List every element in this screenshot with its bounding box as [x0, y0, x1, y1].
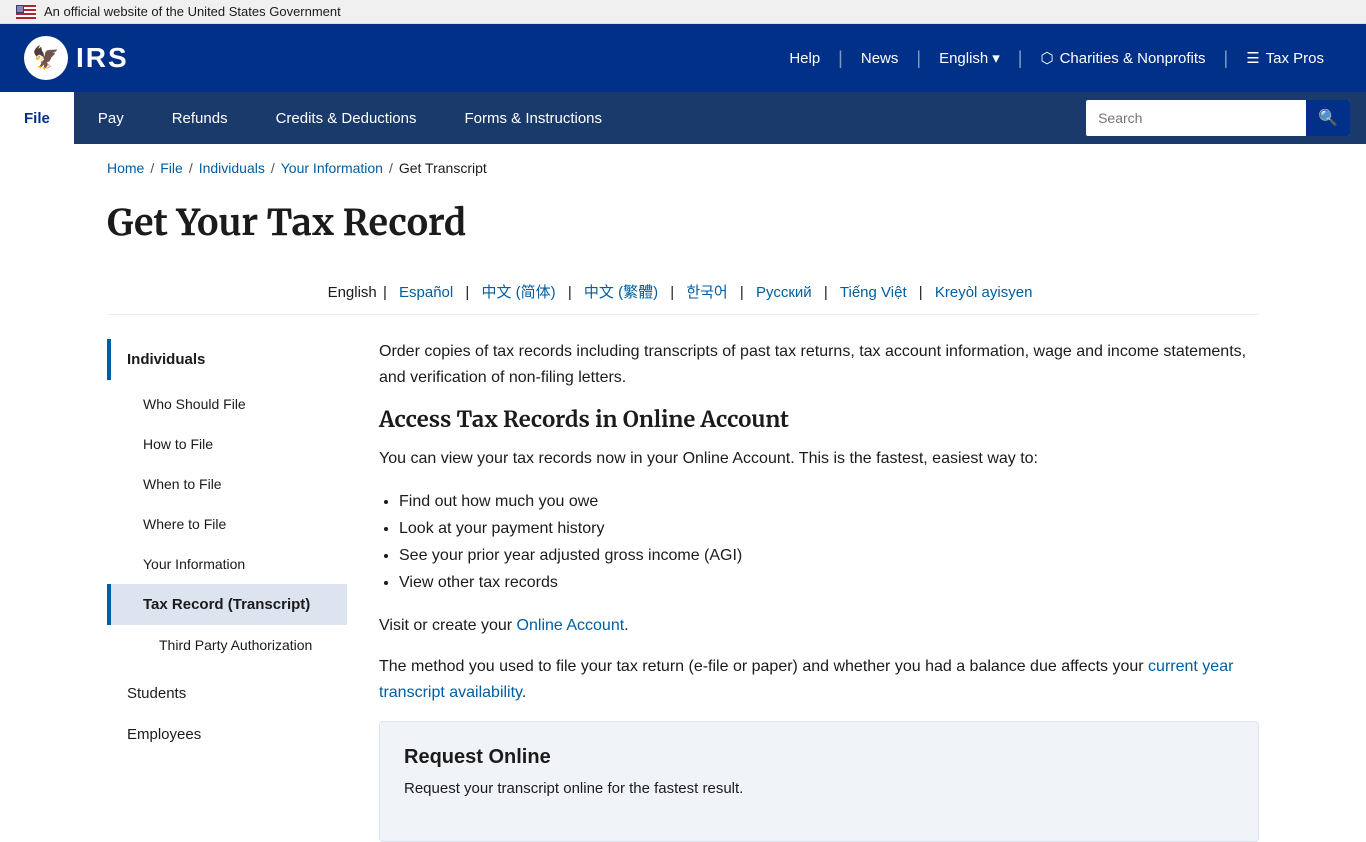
box-title: Request Online	[404, 746, 1234, 769]
content-wrapper: Home / File / Individuals / Your Informa…	[83, 144, 1283, 842]
news-link[interactable]: News	[843, 50, 917, 67]
charities-label: Charities & Nonprofits	[1060, 50, 1206, 67]
section1-note: The method you used to file your tax ret…	[379, 654, 1259, 705]
breadcrumb-file[interactable]: File	[160, 160, 183, 176]
search-box: 🔍	[1086, 100, 1350, 136]
nav-pay[interactable]: Pay	[74, 92, 148, 144]
sidebar-item-who-should-file[interactable]: Who Should File	[107, 384, 347, 424]
sidebar-individuals-children: Who Should File How to File When to File…	[107, 384, 347, 665]
gov-banner: An official website of the United States…	[0, 0, 1366, 24]
tax-pros-link[interactable]: ☰ Tax Pros	[1228, 49, 1342, 67]
header-nav: Help | News | English ▾ | ⬡ Charities & …	[771, 48, 1342, 69]
section1-note-prefix: The method you used to file your tax ret…	[379, 658, 1148, 675]
tax-pros-label: Tax Pros	[1266, 50, 1324, 67]
breadcrumb-sep-2: /	[189, 160, 193, 176]
breadcrumb-sep-4: /	[389, 160, 393, 176]
breadcrumb-individuals[interactable]: Individuals	[199, 160, 265, 176]
section1-bullets: Find out how much you owe Look at your p…	[399, 488, 1259, 597]
search-input[interactable]	[1086, 102, 1306, 134]
logo-text: IRS	[76, 42, 129, 74]
header: 🦅 IRS Help | News | English ▾ | ⬡ Charit…	[0, 24, 1366, 92]
charities-icon: ⬡	[1040, 49, 1053, 67]
section1-cta-suffix: .	[624, 617, 628, 634]
box-text: Request your transcript online for the f…	[404, 777, 1234, 801]
lang-chinese-simplified[interactable]: 中文 (简体)	[481, 284, 555, 301]
bullet-4: View other tax records	[399, 569, 1259, 596]
breadcrumb-your-information[interactable]: Your Information	[281, 160, 383, 176]
breadcrumb: Home / File / Individuals / Your Informa…	[107, 144, 1259, 184]
sidebar-item-when-to-file[interactable]: When to File	[107, 464, 347, 504]
sidebar-item-students[interactable]: Students	[107, 673, 347, 714]
two-column-layout: Individuals Who Should File How to File …	[107, 339, 1259, 842]
page-title: Get Your Tax Record	[107, 200, 1259, 245]
breadcrumb-sep-3: /	[271, 160, 275, 176]
lang-current: English	[328, 284, 377, 301]
breadcrumb-sep-1: /	[150, 160, 154, 176]
sidebar-item-how-to-file[interactable]: How to File	[107, 424, 347, 464]
section1-cta-prefix: Visit or create your	[379, 617, 517, 634]
bullet-2: Look at your payment history	[399, 515, 1259, 542]
language-label: English	[939, 50, 988, 67]
lang-chinese-traditional[interactable]: 中文 (繁體)	[584, 284, 658, 301]
sidebar: Individuals Who Should File How to File …	[107, 339, 347, 755]
sidebar-item-individuals[interactable]: Individuals	[107, 339, 347, 380]
nav-forms-instructions[interactable]: Forms & Instructions	[440, 92, 626, 144]
lang-vietnamese[interactable]: Tiếng Việt	[840, 284, 907, 301]
bullet-3: See your prior year adjusted gross incom…	[399, 542, 1259, 569]
sidebar-item-your-information[interactable]: Your Information	[107, 544, 347, 584]
gov-banner-text: An official website of the United States…	[44, 4, 341, 19]
logo-eagle-icon: 🦅	[24, 36, 68, 80]
section1-title: Access Tax Records in Online Account	[379, 406, 1259, 434]
lang-korean[interactable]: 한국어	[686, 284, 727, 301]
nav-credits-deductions[interactable]: Credits & Deductions	[252, 92, 441, 144]
language-button[interactable]: English ▾	[921, 49, 1018, 67]
sidebar-item-where-to-file[interactable]: Where to File	[107, 504, 347, 544]
section1-intro: You can view your tax records now in you…	[379, 446, 1259, 472]
sidebar-item-employees[interactable]: Employees	[107, 714, 347, 755]
sidebar-item-third-party[interactable]: Third Party Authorization	[107, 625, 347, 665]
section1-cta: Visit or create your Online Account.	[379, 613, 1259, 639]
charities-link[interactable]: ⬡ Charities & Nonprofits	[1022, 49, 1223, 67]
lang-creole[interactable]: Kreyòl ayisyen	[935, 284, 1033, 301]
intro-text: Order copies of tax records including tr…	[379, 339, 1259, 390]
logo[interactable]: 🦅 IRS	[24, 36, 129, 80]
lang-espanol[interactable]: Español	[399, 284, 453, 301]
section1-note-suffix: .	[522, 684, 526, 701]
lang-russian[interactable]: Русский	[756, 284, 812, 301]
language-bar: English | Español | 中文 (简体) | 中文 (繁體) | …	[107, 269, 1259, 315]
nav-refunds[interactable]: Refunds	[148, 92, 252, 144]
request-online-box: Request Online Request your transcript o…	[379, 721, 1259, 842]
search-button[interactable]: 🔍	[1306, 100, 1350, 136]
breadcrumb-home[interactable]: Home	[107, 160, 144, 176]
search-icon: 🔍	[1318, 110, 1338, 127]
breadcrumb-current: Get Transcript	[399, 160, 487, 176]
sidebar-item-tax-record[interactable]: Tax Record (Transcript)	[107, 584, 347, 625]
online-account-link[interactable]: Online Account	[517, 617, 625, 634]
main-content: Order copies of tax records including tr…	[379, 339, 1259, 842]
main-nav: File Pay Refunds Credits & Deductions Fo…	[0, 92, 1366, 144]
help-link[interactable]: Help	[771, 50, 838, 67]
bullet-1: Find out how much you owe	[399, 488, 1259, 515]
flag-icon	[16, 5, 36, 19]
search-area: 🔍	[1070, 92, 1366, 144]
chevron-down-icon: ▾	[992, 49, 1000, 67]
tax-pros-icon: ☰	[1246, 49, 1259, 67]
nav-file[interactable]: File	[0, 92, 74, 144]
